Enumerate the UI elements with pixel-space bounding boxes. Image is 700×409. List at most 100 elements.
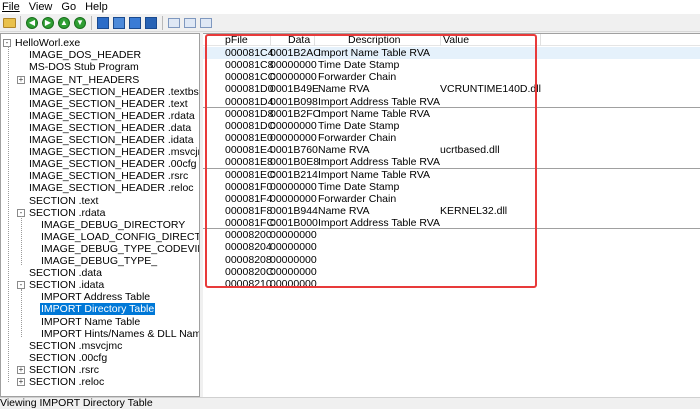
cell-pfile: 000081F8 [225, 204, 273, 217]
tree-item-label: SECTION .text [29, 194, 99, 207]
tree-item[interactable]: - SECTION .rdata [17, 206, 106, 219]
cell-data: 00000000 [270, 241, 317, 254]
cell-pfile: 00008204 [225, 241, 272, 254]
table-row[interactable]: 000081D8 0001B2FC Import Name Table RVA [203, 108, 700, 120]
tree-item[interactable]: IMAGE_LOAD_CONFIG_DIRECTORY [29, 230, 199, 243]
column-divider[interactable] [314, 34, 315, 46]
menu-file[interactable]: File [2, 1, 20, 13]
tree-item[interactable]: + SECTION .rsrc [17, 364, 100, 376]
open-folder-icon[interactable] [2, 16, 16, 30]
cell-description: Forwarder Chain [318, 132, 397, 145]
tree-item[interactable]: - SECTION .idata [17, 279, 105, 291]
cell-description: Import Name Table RVA [318, 47, 431, 59]
table-row[interactable]: 0000820C 00000000 [203, 266, 700, 278]
import-icon[interactable] [128, 16, 142, 30]
table-row[interactable]: 000081F4 00000000 Forwarder Chain [203, 193, 700, 205]
table-row[interactable]: 000081F0 00000000 Time Date Stamp [203, 181, 700, 193]
refresh-icon[interactable]: ▼ [73, 16, 87, 30]
table-row[interactable]: 000081F8 0001B944 Name RVA KERNEL32.dll [203, 205, 700, 217]
cell-description: Time Date Stamp [318, 180, 400, 193]
cell-pfile: 000081DC [225, 119, 276, 132]
tree-item[interactable]: - HelloWorl.exe [3, 37, 81, 49]
tree-item[interactable]: IMPORT Address Table [29, 291, 151, 303]
column-header-value[interactable]: Value [443, 34, 469, 46]
tree-item[interactable]: IMAGE_SECTION_HEADER .rsrc [17, 170, 189, 182]
copy-icon[interactable] [144, 16, 158, 30]
tree-item[interactable]: IMAGE_SECTION_HEADER .text [17, 98, 189, 110]
menu-help[interactable]: Help [85, 1, 108, 13]
cell-pfile: 000081CC [225, 71, 276, 84]
save-icon[interactable] [96, 16, 110, 30]
column-divider[interactable] [270, 34, 271, 46]
tree-item[interactable]: + IMAGE_NT_HEADERS [17, 73, 140, 86]
tree-item[interactable]: SECTION .data [17, 267, 103, 279]
back-icon[interactable]: ◀ [25, 16, 39, 30]
table-row[interactable]: 000081C8 00000000 Time Date Stamp [203, 59, 700, 71]
tree-item[interactable]: SECTION .text [17, 194, 99, 207]
expand-icon[interactable]: + [17, 75, 25, 84]
cell-data: 0001B2AC [270, 47, 321, 59]
collapse-icon[interactable]: - [3, 39, 11, 48]
data-table: pFile Data Description Value 000081C4 000… [203, 33, 700, 397]
column-header-data[interactable]: Data [288, 34, 310, 46]
table-row[interactable]: 000081E4 0001B760 Name RVA ucrtbased.dll [203, 144, 700, 156]
tree-item[interactable]: SECTION .msvcjmc [17, 340, 123, 352]
column-divider[interactable] [440, 34, 441, 46]
tree-item-label: IMAGE_SECTION_HEADER .textbss [29, 85, 200, 98]
tree-item[interactable]: IMAGE_SECTION_HEADER .rdata [17, 110, 196, 122]
menu-view[interactable]: View [29, 1, 53, 13]
tree-item[interactable]: IMAGE_DEBUG_TYPE_CODEVIEW [29, 242, 200, 255]
list-view-icon[interactable] [167, 16, 181, 30]
tree-item-label: IMAGE_DEBUG_TYPE_CODEVIEW [41, 242, 200, 255]
tree-view[interactable]: - HelloWorl.exe IMAGE_DOS_HEADER MS-DOS Stu… [0, 33, 200, 397]
tree-item[interactable]: IMAGE_SECTION_HEADER .00cfg [17, 158, 197, 170]
status-bar: Viewing IMPORT Directory Table [0, 397, 700, 409]
menu-go[interactable]: Go [61, 1, 76, 13]
tree-item[interactable]: IMAGE_DEBUG_TYPE_ [29, 255, 158, 267]
expand-icon[interactable]: + [17, 365, 25, 374]
table-row[interactable]: 00008204 00000000 [203, 241, 700, 253]
column-divider[interactable] [540, 34, 541, 46]
tile-view-icon[interactable] [183, 16, 197, 30]
group-separator [203, 228, 700, 230]
cell-description: Name RVA [318, 204, 370, 217]
status-text: Viewing IMPORT Directory Table [0, 397, 153, 409]
table-row[interactable]: 00008210 00000000 [203, 278, 700, 290]
forward-icon[interactable]: ▶ [41, 16, 55, 30]
cell-description: Import Name Table RVA [318, 107, 431, 120]
table-row[interactable]: 000081E0 00000000 Forwarder Chain [203, 132, 700, 144]
cell-data: 00000000 [270, 59, 317, 72]
tree-item-label: HelloWorl.exe [15, 37, 81, 50]
tree-item[interactable]: IMAGE_SECTION_HEADER .reloc [17, 182, 195, 194]
details-view-icon[interactable] [199, 16, 213, 30]
table-row[interactable]: 00008200 00000000 [203, 229, 700, 241]
tree-item[interactable]: IMPORT Directory Table [29, 303, 156, 316]
table-row[interactable]: 000081CC 00000000 Forwarder Chain [203, 71, 700, 83]
tree-item[interactable]: IMAGE_SECTION_HEADER .textbss [17, 85, 200, 98]
tree-item[interactable]: IMPORT Name Table [29, 315, 141, 328]
tree-item-label: IMAGE_LOAD_CONFIG_DIRECTORY [41, 230, 199, 243]
export-icon[interactable] [112, 16, 126, 30]
tree-item[interactable]: IMAGE_DEBUG_DIRECTORY [29, 219, 186, 231]
tree-item-label: SECTION .idata [29, 279, 105, 292]
up-icon[interactable]: ▲ [57, 16, 71, 30]
table-row[interactable]: 00008208 00000000 [203, 254, 700, 266]
expand-icon[interactable]: + [17, 378, 25, 387]
tree-item[interactable]: MS-DOS Stub Program [17, 61, 140, 73]
tree-item[interactable]: IMAGE_SECTION_HEADER .idata [17, 134, 195, 146]
tree-item[interactable]: SECTION .00cfg [17, 352, 108, 364]
tree-item[interactable]: + SECTION .reloc [17, 376, 105, 388]
table-row[interactable]: 000081EC 0001B214 Import Name Table RVA [203, 169, 700, 181]
table-row[interactable]: 000081C4 0001B2AC Import Name Table RVA [203, 47, 700, 59]
tree-item[interactable]: IMAGE_SECTION_HEADER .msvcjmc [17, 146, 199, 158]
tree-item[interactable]: IMPORT Hints/Names & DLL Names [29, 327, 199, 340]
tree-item[interactable]: IMAGE_DOS_HEADER [17, 49, 142, 61]
cell-description: Name RVA [318, 83, 370, 96]
table-row[interactable]: 000081D0 0001B49E Name RVA VCRUNTIME140D.dl… [203, 83, 700, 95]
column-header-description[interactable]: Description [348, 34, 401, 46]
cell-value: ucrtbased.dll [440, 144, 500, 157]
tree-item[interactable]: IMAGE_SECTION_HEADER .data [17, 122, 192, 134]
cell-data: 00000000 [270, 180, 317, 193]
table-row[interactable]: 000081DC 00000000 Time Date Stamp [203, 120, 700, 132]
column-header-pfile[interactable]: pFile [225, 34, 248, 46]
